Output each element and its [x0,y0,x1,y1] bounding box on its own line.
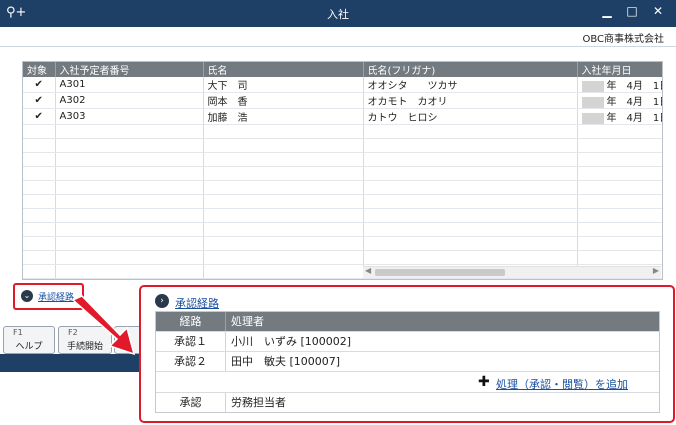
panel-title-link[interactable]: 承認経路 [175,295,219,311]
processor-name: 田中 敏夫 [100007] [231,355,341,368]
arrow-shape [71,295,136,356]
approval-route-panel: › 承認経路 経路 処理者 承認１ 小川 いずみ [100002] 承認２ 田中… [139,285,675,423]
table-row[interactable]: 承認 労務担当者 [156,393,659,412]
approval-route-table: 経路 処理者 承認１ 小川 いずみ [100002] 承認２ 田中 敏夫 [10… [155,311,660,413]
route-step: 承認 [156,393,226,412]
header-processor: 処理者 [231,315,264,328]
add-processor-row: ✚ 処理（承認・閲覧）を追加 [156,372,659,393]
chevron-right-icon: › [155,294,169,308]
processor-name: 労務担当者 [231,396,286,409]
table-row[interactable]: 承認２ 田中 敏夫 [100007] [156,352,659,372]
plus-icon[interactable]: ✚ [478,374,490,390]
header-route: 経路 [156,312,226,331]
processor-name: 小川 いずみ [100002] [231,335,352,348]
route-step: 承認２ [156,352,226,371]
add-processor-link[interactable]: 処理（承認・閲覧）を追加 [496,376,628,392]
table-row[interactable]: 承認１ 小川 いずみ [100002] [156,332,659,352]
route-step: 承認１ [156,332,226,351]
route-header-row: 経路 処理者 [156,312,659,332]
